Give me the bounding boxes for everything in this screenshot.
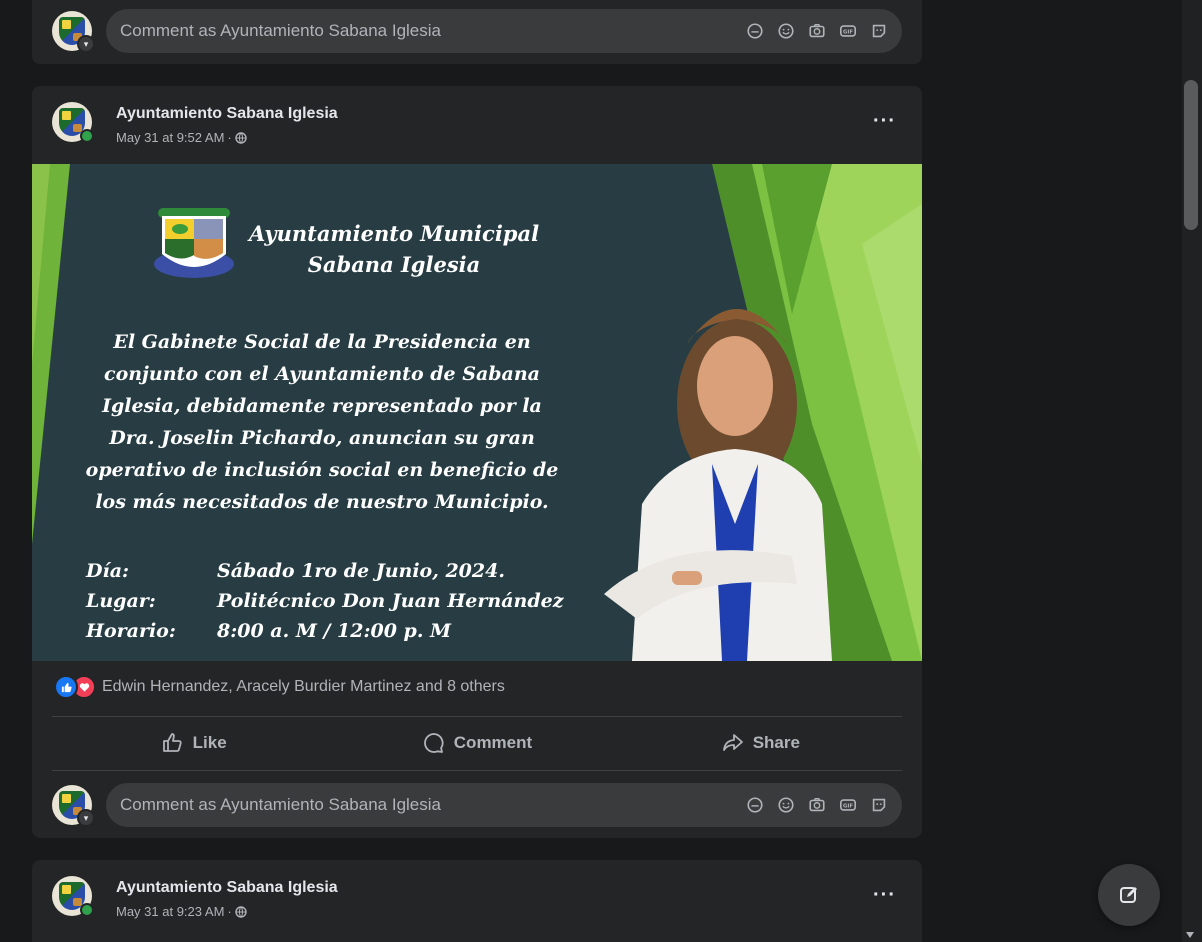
flyer-body-line: El Gabinete Social de la Presidencia en bbox=[113, 331, 531, 353]
flyer-title-line2: Sabana Iglesia bbox=[307, 252, 481, 277]
detail-label-place: Lugar: bbox=[86, 590, 156, 612]
comment-tools: GIF bbox=[746, 22, 888, 40]
post-author[interactable]: Ayuntamiento Sabana Iglesia bbox=[116, 879, 338, 897]
avatar[interactable]: ▾ bbox=[52, 785, 95, 827]
like-button[interactable]: Like bbox=[52, 720, 335, 766]
divider bbox=[52, 716, 902, 717]
more-options-button[interactable]: ··· bbox=[873, 110, 896, 133]
new-message-button[interactable] bbox=[1098, 864, 1160, 926]
post-author[interactable]: Ayuntamiento Sabana Iglesia bbox=[116, 105, 338, 123]
detail-value-day: Sábado 1ro de Junio, 2024. bbox=[217, 560, 505, 582]
comment-label: Comment bbox=[453, 733, 533, 752]
post-header: Ayuntamiento Sabana Iglesia May 31 at 9:… bbox=[32, 860, 922, 938]
flyer-body-line: conjunto con el Ayuntamiento de Sabana bbox=[104, 363, 540, 385]
comment-tools: GIF bbox=[746, 796, 888, 814]
svg-text:GIF: GIF bbox=[843, 30, 853, 36]
feed-page: ▾ Comment as Ayuntamiento Sabana Iglesia… bbox=[0, 0, 1202, 942]
detail-label-day: Día: bbox=[86, 560, 130, 582]
emoji-icon[interactable] bbox=[777, 796, 795, 814]
page-avatar[interactable] bbox=[52, 876, 94, 917]
next-post-card: Ayuntamiento Sabana Iglesia May 31 at 9:… bbox=[32, 860, 922, 942]
comment-input[interactable]: Comment as Ayuntamiento Sabana Iglesia G… bbox=[106, 783, 902, 827]
camera-icon[interactable] bbox=[808, 796, 826, 814]
sticker-icon[interactable] bbox=[746, 796, 764, 814]
post-meta: May 31 at 9:23 AM · bbox=[116, 904, 247, 919]
flyer-title-line1: Ayuntamiento Municipal bbox=[248, 221, 540, 246]
comment-row: ▾ Comment as Ayuntamiento Sabana Iglesia… bbox=[32, 776, 922, 834]
scroll-down-arrow-icon[interactable] bbox=[1186, 932, 1194, 938]
flyer-body: El Gabinete Social de la Presidencia en … bbox=[62, 326, 582, 518]
share-icon bbox=[722, 734, 743, 751]
municipal-crest-logo bbox=[154, 208, 234, 278]
post-card: Ayuntamiento Sabana Iglesia May 31 at 9:… bbox=[32, 86, 922, 838]
online-status-dot bbox=[80, 129, 94, 143]
post-actions: Like Comment Share bbox=[52, 720, 902, 766]
comment-placeholder: Comment as Ayuntamiento Sabana Iglesia bbox=[120, 795, 441, 814]
post-time[interactable]: May 31 at 9:52 AM bbox=[116, 130, 224, 145]
share-button[interactable]: Share bbox=[619, 720, 902, 766]
flyer-body-line: Dra. Joselin Pichardo, anuncian su gran bbox=[109, 427, 535, 449]
avatar[interactable]: ▾ bbox=[52, 11, 95, 53]
post-header: Ayuntamiento Sabana Iglesia May 31 at 9:… bbox=[32, 86, 922, 164]
gif-icon[interactable]: GIF bbox=[839, 22, 857, 40]
like-reaction-icon bbox=[54, 675, 78, 699]
comment-icon bbox=[423, 733, 444, 753]
flyer-body-line: operativo de inclusión social en benefic… bbox=[85, 459, 559, 481]
post-time[interactable]: May 31 at 9:23 AM bbox=[116, 904, 224, 919]
chevron-down-icon[interactable]: ▾ bbox=[77, 809, 95, 827]
post-meta: May 31 at 9:52 AM · bbox=[116, 130, 247, 145]
scrollbar-thumb[interactable] bbox=[1184, 80, 1198, 230]
comment-input[interactable]: Comment as Ayuntamiento Sabana Iglesia G… bbox=[106, 9, 902, 53]
previous-post-card: ▾ Comment as Ayuntamiento Sabana Iglesia… bbox=[32, 0, 922, 64]
detail-value-place: Politécnico Don Juan Hernández bbox=[217, 590, 564, 612]
reactions-summary[interactable]: Edwin Hernandez, Aracely Burdier Martine… bbox=[54, 675, 505, 699]
avatar-sticker-icon[interactable] bbox=[870, 796, 888, 814]
compose-icon bbox=[1120, 887, 1137, 903]
flyer-title: Ayuntamiento Municipal Sabana Iglesia bbox=[244, 218, 544, 280]
globe-icon bbox=[235, 131, 247, 144]
svg-text:GIF: GIF bbox=[843, 804, 853, 810]
comment-row: ▾ Comment as Ayuntamiento Sabana Iglesia… bbox=[32, 2, 922, 60]
thumbs-up-icon bbox=[162, 733, 182, 752]
flyer-body-line: los más necesitados de nuestro Municipio… bbox=[95, 491, 549, 513]
comment-button[interactable]: Comment bbox=[335, 720, 618, 766]
more-options-button[interactable]: ··· bbox=[873, 884, 896, 907]
share-label: Share bbox=[752, 733, 800, 752]
post-image[interactable]: Ayuntamiento Municipal Sabana Iglesia El… bbox=[32, 164, 922, 661]
emoji-icon[interactable] bbox=[777, 22, 795, 40]
detail-label-hours: Horario: bbox=[86, 620, 176, 642]
reactions-names: Edwin Hernandez, Aracely Burdier Martine… bbox=[102, 678, 505, 695]
page-avatar[interactable] bbox=[52, 102, 94, 143]
comment-placeholder: Comment as Ayuntamiento Sabana Iglesia bbox=[120, 21, 441, 40]
gif-icon[interactable]: GIF bbox=[839, 796, 857, 814]
avatar-sticker-icon[interactable] bbox=[870, 22, 888, 40]
globe-icon bbox=[235, 905, 247, 918]
chevron-down-icon[interactable]: ▾ bbox=[77, 35, 95, 53]
online-status-dot bbox=[80, 903, 94, 917]
sticker-icon[interactable] bbox=[746, 22, 764, 40]
like-label: Like bbox=[192, 733, 227, 752]
divider bbox=[52, 770, 902, 771]
flyer-body-line: Iglesia, debidamente representado por la bbox=[102, 395, 542, 417]
camera-icon[interactable] bbox=[808, 22, 826, 40]
detail-value-hours: 8:00 a. M / 12:00 p. M bbox=[217, 620, 452, 642]
